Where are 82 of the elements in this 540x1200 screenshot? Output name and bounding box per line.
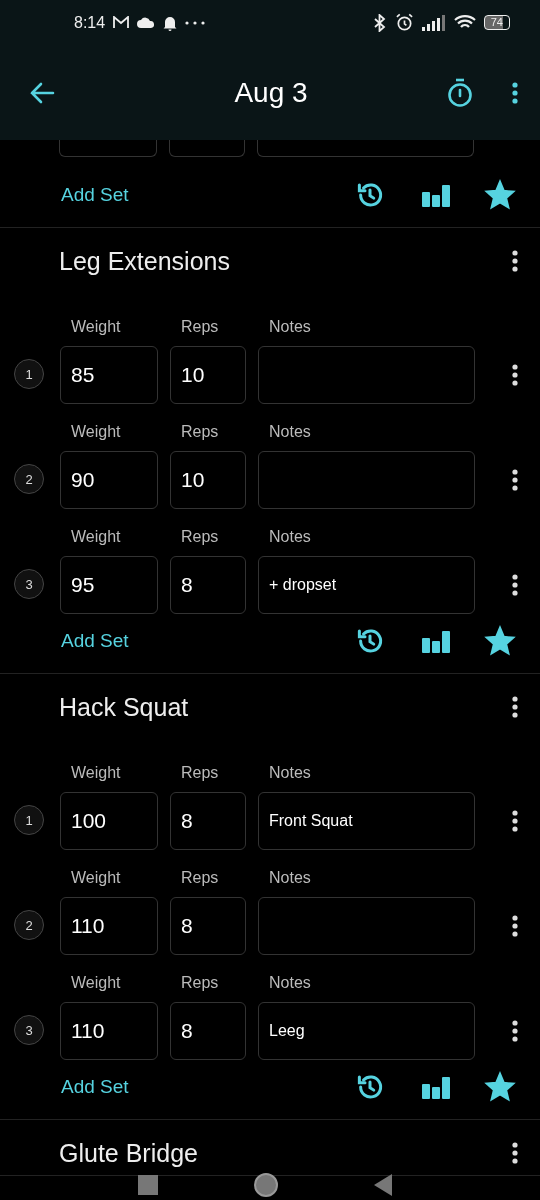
back-nav-icon[interactable] — [374, 1174, 393, 1196]
field-label: Reps — [180, 318, 220, 337]
more-icon — [511, 468, 519, 492]
weight-field[interactable]: 110 — [60, 897, 158, 955]
field-label: Weight — [70, 974, 122, 993]
more-icon — [511, 363, 519, 387]
field-label: Notes — [268, 974, 312, 993]
more-icon — [511, 249, 519, 273]
set-number-badge: 1 — [14, 805, 44, 835]
more-notifications-icon — [185, 20, 206, 25]
battery-indicator: 74 — [483, 15, 510, 30]
more-icon — [511, 695, 519, 719]
clock: 8:14 — [74, 13, 106, 32]
more-icon — [511, 80, 519, 105]
star-icon — [484, 625, 516, 657]
bar-chart-icon — [422, 1075, 450, 1099]
more-icon — [511, 573, 519, 597]
recents-icon[interactable] — [137, 1175, 158, 1195]
screen-title: Aug 3 — [233, 76, 309, 109]
home-icon[interactable] — [253, 1172, 279, 1198]
exercise-title: Glute Bridge — [59, 1138, 199, 1168]
reps-field[interactable]: 10 — [170, 346, 246, 404]
set-number-badge: 3 — [14, 569, 44, 599]
weight-field[interactable]: 95 — [60, 556, 158, 614]
mail-icon — [113, 16, 130, 29]
bar-chart-icon — [422, 183, 450, 207]
more-icon — [511, 1141, 519, 1165]
star-icon — [484, 179, 516, 211]
more-icon — [511, 1019, 519, 1043]
reps-field[interactable]: 8 — [170, 897, 246, 955]
field-label: Weight — [70, 528, 122, 547]
notes-field[interactable] — [257, 140, 474, 157]
notes-field[interactable] — [258, 451, 475, 509]
field-label: Reps — [180, 974, 220, 993]
exercise-title: Hack Squat — [59, 692, 190, 722]
notes-field[interactable] — [258, 346, 475, 404]
field-label: Notes — [268, 869, 312, 888]
field-label: Reps — [180, 423, 220, 442]
exercise-title: Leg Extensions — [59, 246, 231, 276]
stopwatch-icon — [446, 77, 474, 108]
set-number-badge: 3 — [14, 1015, 44, 1045]
back-arrow-icon — [29, 80, 55, 105]
field-label: Reps — [180, 764, 220, 783]
set-number-badge: 2 — [14, 910, 44, 940]
add-set-button[interactable]: Add Set — [44, 626, 146, 656]
weight-field[interactable] — [59, 140, 157, 157]
set-number-badge: 1 — [14, 359, 44, 389]
reps-field[interactable]: 10 — [170, 451, 246, 509]
bell-icon — [163, 14, 178, 31]
reps-field[interactable]: 8 — [170, 1002, 246, 1060]
notes-field[interactable]: Front Squat — [258, 792, 475, 850]
field-label: Notes — [268, 423, 312, 442]
add-set-button[interactable]: Add Set — [44, 1072, 146, 1102]
add-set-button[interactable]: Add Set — [44, 180, 146, 210]
field-label: Reps — [180, 869, 220, 888]
notes-field[interactable] — [258, 897, 475, 955]
star-icon — [484, 1071, 516, 1103]
field-label: Weight — [70, 318, 122, 337]
reps-field[interactable]: 8 — [170, 556, 246, 614]
set-number-badge: 2 — [14, 464, 44, 494]
field-label: Weight — [70, 869, 122, 888]
field-label: Weight — [70, 423, 122, 442]
reps-field[interactable] — [169, 140, 245, 157]
field-label: Notes — [268, 764, 312, 783]
more-icon — [511, 914, 519, 938]
weight-field[interactable]: 100 — [60, 792, 158, 850]
weight-field[interactable]: 110 — [60, 1002, 158, 1060]
bar-chart-icon — [422, 629, 450, 653]
field-label: Notes — [268, 528, 312, 547]
notes-field[interactable]: + dropset — [258, 556, 475, 614]
alarm-icon — [394, 13, 414, 32]
bluetooth-icon — [372, 13, 387, 32]
more-icon — [511, 809, 519, 833]
cloud-icon — [137, 17, 156, 28]
signal-icon — [421, 14, 446, 31]
weight-field[interactable]: 85 — [60, 346, 158, 404]
field-label: Notes — [268, 318, 312, 337]
field-label: Reps — [180, 528, 220, 547]
reps-field[interactable]: 8 — [170, 792, 246, 850]
field-label: Weight — [70, 764, 122, 783]
notes-field[interactable]: Leeg — [258, 1002, 475, 1060]
weight-field[interactable]: 90 — [60, 451, 158, 509]
